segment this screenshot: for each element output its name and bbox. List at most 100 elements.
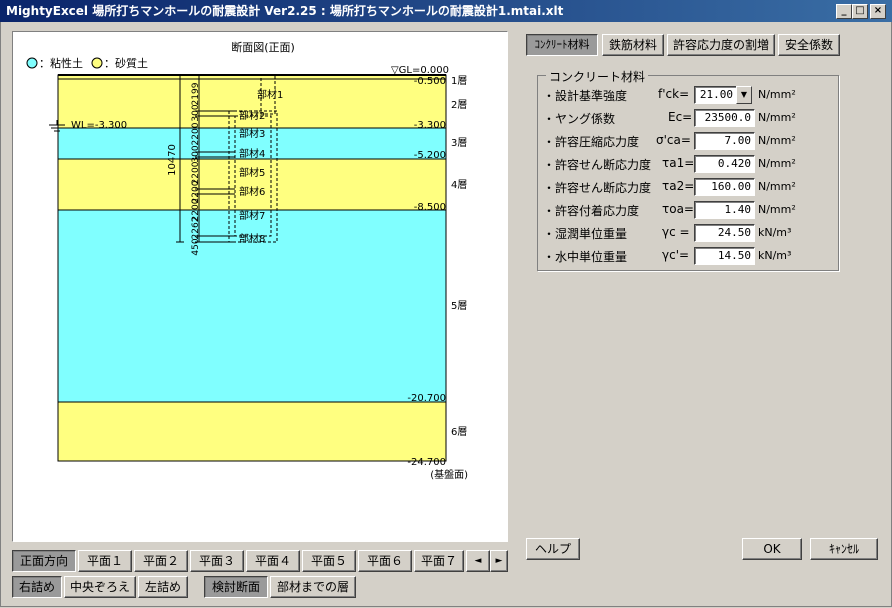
member-label: 部材8 [239, 232, 265, 245]
tab-concrete-material[interactable]: ｺﾝｸﾘｰﾄ材料 [526, 34, 598, 56]
depth-label: -3.300 [414, 120, 446, 131]
tab-plane-5[interactable]: 平面５ [302, 550, 356, 572]
field-label: ・水中単位重量 [543, 250, 628, 264]
sand-legend-label: ：砂質土 [104, 56, 148, 70]
field-unit: N/mm² [758, 180, 796, 193]
member-label: 部材6 [239, 185, 265, 198]
clay-legend-swatch [26, 57, 38, 69]
member-label: 部材3 [239, 127, 265, 140]
field-label: ・許容せん断応力度 [543, 158, 652, 172]
layer-label: 5層 [451, 300, 467, 312]
layer-label: 4層 [451, 179, 467, 191]
dimension-label: 450 [191, 238, 201, 255]
group-title: コンクリート材料 [546, 68, 649, 85]
field-symbol: γc'= [662, 248, 690, 262]
tab-scroll-right-icon[interactable]: ► [490, 550, 508, 572]
sand-legend-swatch [91, 57, 103, 69]
field-label: ・許容圧縮応力度 [543, 135, 640, 149]
field-label: ・許容付着応力度 [543, 204, 640, 218]
tab-plane-2[interactable]: 平面２ [134, 550, 188, 572]
tab-front-view[interactable]: 正面方向 [12, 550, 76, 572]
tab-plane-6[interactable]: 平面６ [358, 550, 412, 572]
member-label: 部材5 [239, 166, 265, 179]
align-left-button[interactable]: 左詰め [138, 576, 188, 598]
field-label: ・設計基準強度 [543, 89, 628, 103]
depth-label: -8.500 [414, 202, 446, 213]
layer-4-band [58, 159, 446, 210]
maximize-button[interactable]: □ [852, 4, 868, 19]
total-dimension: 10470 [167, 144, 178, 176]
member-label: 部材4 [239, 147, 265, 160]
depth-label: -5.200 [414, 150, 446, 161]
tab-scroll-left-icon[interactable]: ◄ [466, 550, 490, 572]
layer-label: 2層 [451, 99, 467, 111]
allowable-shear-2-input[interactable]: 160.00 [694, 178, 755, 196]
layer-label: 1層 [451, 75, 467, 87]
field-symbol: σ'ca= [656, 133, 691, 147]
dimension-label: 300 [191, 145, 201, 162]
depth-label: -0.500 [414, 76, 446, 87]
depth-label: -20.700 [407, 393, 446, 404]
wet-unit-weight-input[interactable]: 24.50 [694, 224, 755, 242]
tab-plane-1[interactable]: 平面１ [78, 550, 132, 572]
field-unit: N/mm² [758, 111, 796, 124]
tab-plane-4[interactable]: 平面４ [246, 550, 300, 572]
align-right-button[interactable]: 右詰め [12, 576, 62, 598]
field-label: ・湿潤単位重量 [543, 227, 628, 241]
youngs-modulus-input[interactable]: 23500.0 [694, 109, 755, 127]
tab-rebar-material[interactable]: 鉄筋材料 [602, 34, 664, 56]
tab-plane-3[interactable]: 平面３ [190, 550, 244, 572]
ok-button[interactable]: OK [742, 538, 802, 560]
layers-to-member-button[interactable]: 部材までの層 [270, 576, 356, 598]
member-label: 部材2 [239, 109, 265, 122]
allowable-shear-1-input[interactable]: 0.420 [694, 155, 755, 173]
water-level-label: WL=-3.300 [71, 120, 127, 131]
align-center-button[interactable]: 中央ぞろえ [64, 576, 136, 598]
gl-label: ▽GL=0.000 [391, 65, 449, 76]
dimension-label: 2199 [191, 82, 201, 105]
member-label: 部材1 [257, 88, 283, 101]
layer-label: 3層 [451, 137, 467, 149]
tab-safety-factor[interactable]: 安全係数 [778, 34, 840, 56]
dimension-label: 300 [191, 104, 201, 121]
field-symbol: τa2= [662, 179, 695, 193]
section-diagram: 断面図(正面) ：粘性土 ：砂質土 ▽GL=0.000 -0.500 -3.30… [26, 40, 468, 481]
cancel-button[interactable]: ｷｬﾝｾﾙ [810, 538, 878, 560]
allowable-bond-input[interactable]: 1.40 [694, 201, 755, 219]
layer-label: 6層 [451, 426, 467, 438]
submerged-unit-weight-input[interactable]: 14.50 [694, 247, 755, 265]
section-canvas: 断面図(正面) ：粘性土 ：砂質土 ▽GL=0.000 -0.500 -3.30… [12, 31, 508, 542]
help-button[interactable]: ヘルプ [526, 538, 580, 560]
field-symbol: f'ck= [658, 87, 690, 101]
field-unit: N/mm² [758, 134, 796, 147]
field-symbol: γc = [662, 225, 690, 239]
field-unit: kN/m³ [758, 249, 792, 262]
field-label: ・ヤング係数 [543, 112, 616, 126]
field-label: ・許容せん断応力度 [543, 181, 652, 195]
tab-plane-7[interactable]: 平面７ [414, 550, 464, 572]
dimension-label: 2262 [191, 217, 201, 240]
field-unit: N/mm² [758, 88, 796, 101]
check-section-button[interactable]: 検討断面 [204, 576, 268, 598]
tab-allowable-stress-increase[interactable]: 許容応力度の割増 [667, 34, 775, 56]
dimension-label: 2200 [191, 122, 201, 145]
title-bar: MightyExcel 場所打ちマンホールの耐震設計 Ver2.25 : 場所打… [0, 0, 892, 22]
field-unit: N/mm² [758, 157, 796, 170]
depth-label: -24.700 [407, 457, 446, 468]
field-symbol: τa1= [662, 156, 695, 170]
diagram-title: 断面図(正面) [231, 40, 295, 54]
bedrock-label: (基盤面) [430, 468, 468, 481]
field-symbol: Ec= [668, 110, 693, 124]
close-button[interactable]: × [870, 4, 886, 19]
field-unit: N/mm² [758, 203, 796, 216]
field-symbol: τoa= [662, 202, 694, 216]
window-title: MightyExcel 場所打ちマンホールの耐震設計 Ver2.25 : 場所打… [6, 4, 564, 18]
minimize-button[interactable]: _ [836, 4, 852, 19]
design-strength-select[interactable]: 21.00 [694, 86, 737, 104]
layer-6-band [58, 402, 446, 461]
allowable-compressive-input[interactable]: 7.00 [694, 132, 755, 150]
chevron-down-icon[interactable]: ▼ [736, 86, 752, 104]
clay-legend-label: ：粘性土 [39, 56, 83, 70]
field-unit: kN/m³ [758, 226, 792, 239]
member-label: 部材7 [239, 209, 265, 222]
